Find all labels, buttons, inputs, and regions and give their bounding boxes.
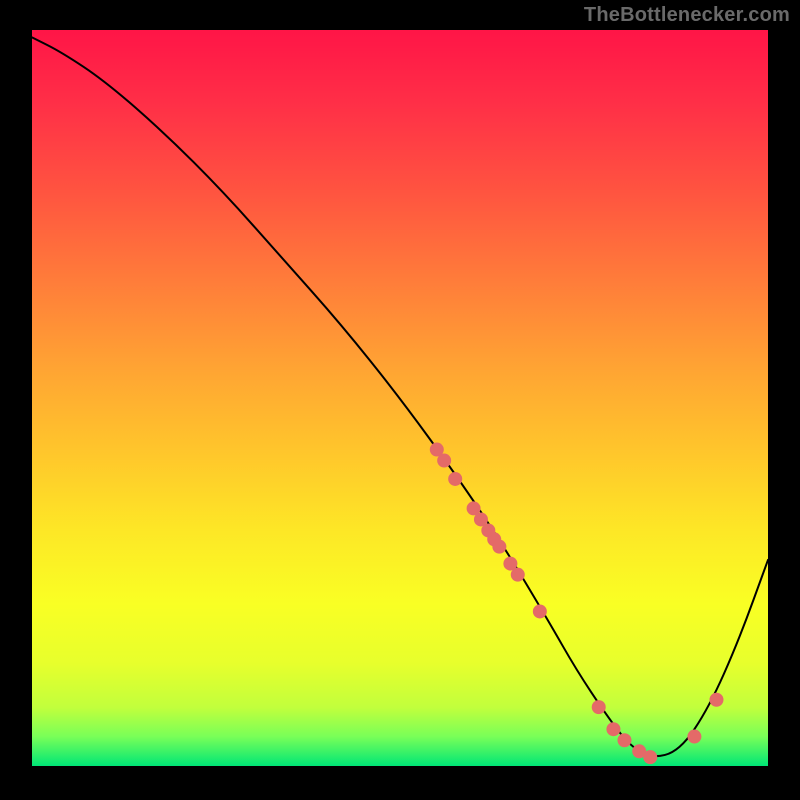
plot-svg (32, 30, 768, 766)
curve-marker (643, 750, 657, 764)
curve-marker (617, 733, 631, 747)
chart-container: TheBottlenecker.com (0, 0, 800, 800)
attribution-label: TheBottlenecker.com (584, 4, 790, 27)
curve-marker (709, 693, 723, 707)
curve-marker (592, 700, 606, 714)
curve-marker (492, 540, 506, 554)
marker-group (430, 443, 724, 765)
curve-marker (437, 454, 451, 468)
curve-marker (511, 568, 525, 582)
curve-marker (687, 730, 701, 744)
curve-marker (533, 604, 547, 618)
curve-marker (448, 472, 462, 486)
plot-area (32, 30, 768, 766)
curve-marker (606, 722, 620, 736)
bottleneck-curve (32, 37, 768, 756)
